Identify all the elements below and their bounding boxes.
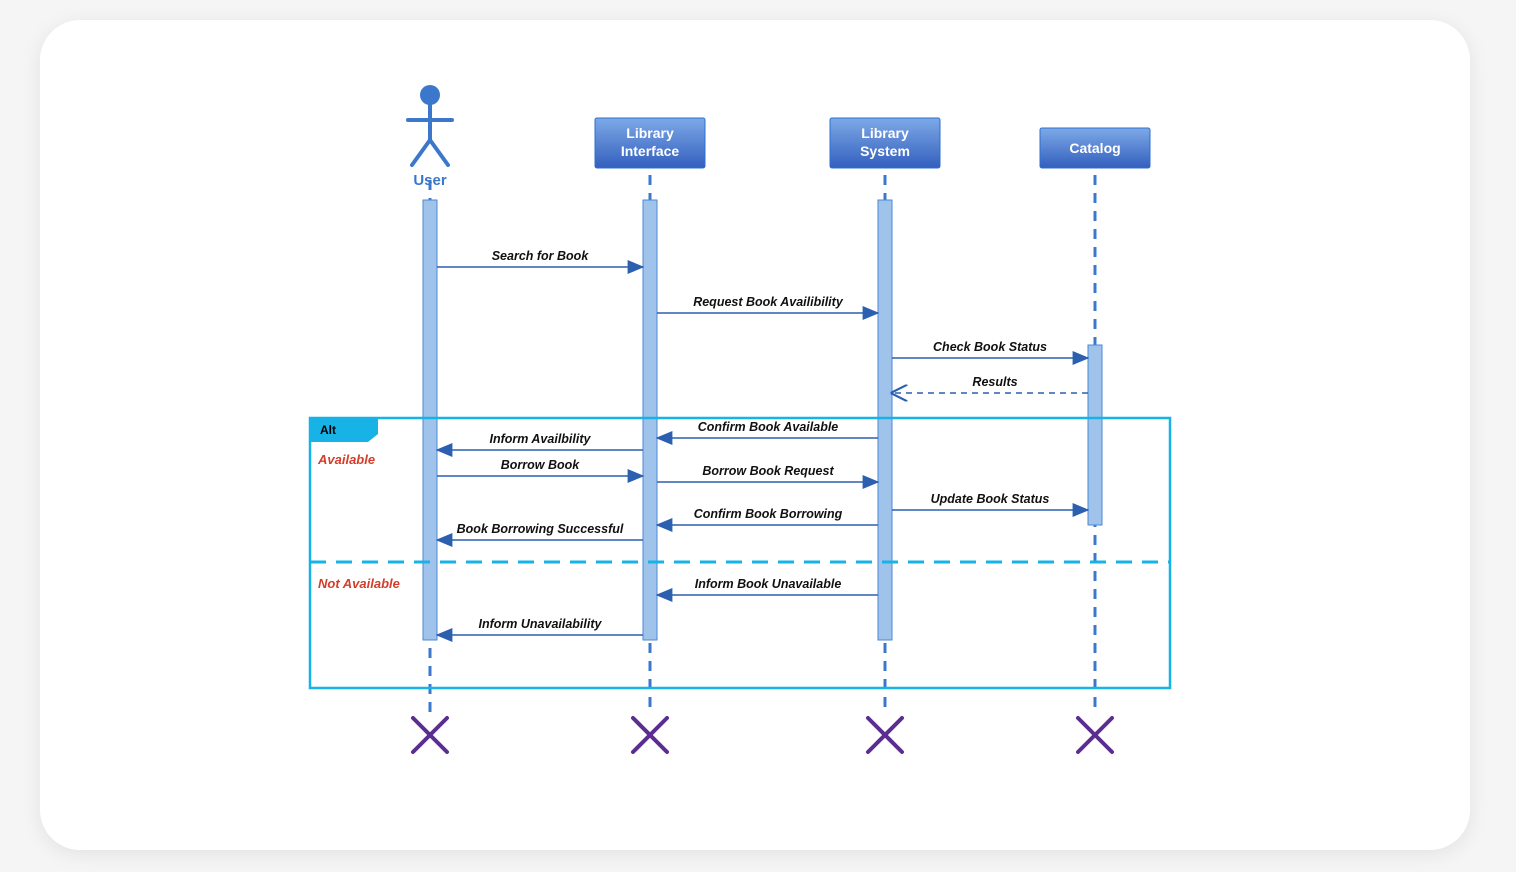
guard-available: Available (317, 452, 375, 467)
svg-text:Library: Library (861, 125, 909, 141)
activation-catalog (1088, 345, 1102, 525)
svg-text:Confirm Book Available: Confirm Book Available (698, 420, 839, 434)
diagram-card: User Library Interface Library System Ca… (40, 20, 1470, 850)
guard-not-available: Not Available (318, 576, 400, 591)
activation-interface (643, 200, 657, 640)
svg-text:Borrow Book: Borrow Book (501, 458, 581, 472)
destroy-user (413, 718, 447, 752)
actor-user (408, 85, 452, 165)
alt-label: Alt (320, 423, 336, 437)
svg-text:Catalog: Catalog (1069, 140, 1120, 156)
alt-fragment (310, 418, 1170, 688)
svg-text:System: System (860, 143, 910, 159)
destroy-system (868, 718, 902, 752)
svg-text:Search for Book: Search for Book (492, 249, 590, 263)
activation-system (878, 200, 892, 640)
svg-text:Borrow Book Request: Borrow Book Request (702, 464, 834, 478)
activation-user (423, 200, 437, 640)
actor-user-label: User (413, 172, 447, 189)
svg-text:Inform Unavailability: Inform Unavailability (479, 617, 603, 631)
svg-text:Results: Results (972, 375, 1017, 389)
svg-text:Confirm Book Borrowing: Confirm Book Borrowing (694, 507, 843, 521)
svg-text:Library: Library (626, 125, 674, 141)
svg-text:Inform Availbility: Inform Availbility (490, 432, 592, 446)
svg-text:Book Borrowing Successful: Book Borrowing Successful (457, 522, 624, 536)
participant-library-interface: Library Interface (595, 118, 705, 168)
participant-catalog: Catalog (1040, 128, 1150, 168)
svg-text:Check Book Status: Check Book Status (933, 340, 1047, 354)
svg-text:Interface: Interface (621, 143, 680, 159)
svg-text:Inform Book Unavailable: Inform Book Unavailable (695, 577, 842, 591)
svg-text:Update Book Status: Update Book Status (931, 492, 1050, 506)
sequence-diagram: User Library Interface Library System Ca… (40, 20, 1470, 850)
destroy-interface (633, 718, 667, 752)
destroy-catalog (1078, 718, 1112, 752)
participant-library-system: Library System (830, 118, 940, 168)
svg-text:Request Book Availibility: Request Book Availibility (693, 295, 844, 309)
